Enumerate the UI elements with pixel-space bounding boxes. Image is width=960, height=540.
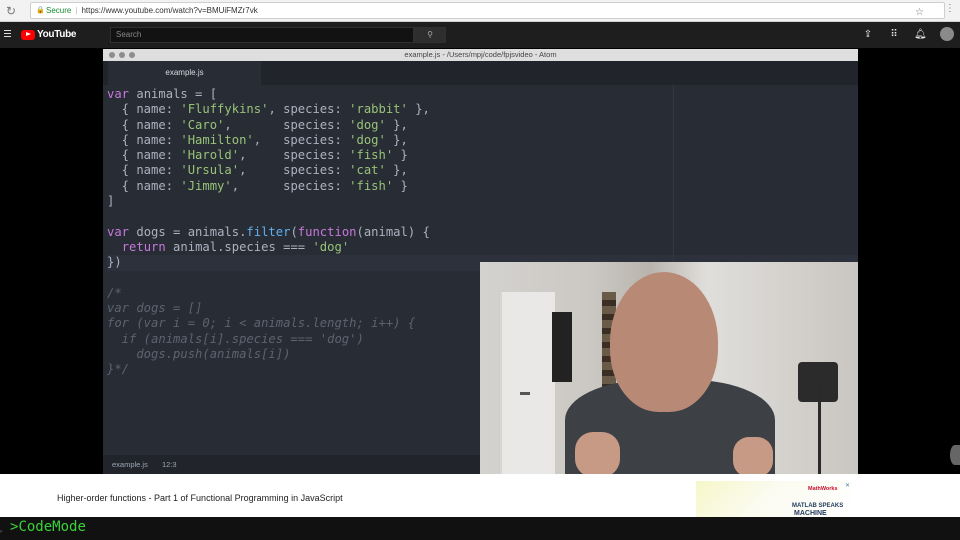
video-info: Higher-order functions - Part 1 of Funct…: [0, 474, 960, 517]
scroll-arrow-icon: ›: [0, 529, 2, 535]
presenter-left-hand: [575, 432, 620, 474]
ad-banner[interactable]: ✕ MathWorks MATLAB SPEAKS MACHINE: [696, 481, 852, 517]
header-icons: ⇪ ⠿ 🔔︎: [862, 27, 954, 41]
hamburger-menu-icon[interactable]: [4, 30, 11, 38]
youtube-header: YouTube Search ⚲ ⇪ ⠿ 🔔︎: [0, 22, 960, 48]
atom-tab-bar: example.js: [103, 61, 858, 85]
codemode-banner: › >CodeMode: [0, 517, 960, 540]
url-separator: |: [75, 6, 78, 15]
codemode-label: CodeMode: [18, 519, 86, 535]
video-title: Higher-order functions - Part 1 of Funct…: [57, 493, 343, 503]
window-controls: [109, 52, 135, 58]
reload-icon[interactable]: ↻: [4, 4, 18, 18]
youtube-logo-text: YouTube: [37, 29, 77, 40]
ad-subheadline: MACHINE: [794, 510, 827, 517]
url-text: https://www.youtube.com/watch?v=BMUiFMZr…: [81, 6, 258, 15]
background-frame: [552, 312, 572, 382]
search-button[interactable]: ⚲: [414, 27, 446, 43]
browser-toolbar: ↻ 🔒 Secure | https://www.youtube.com/wat…: [0, 0, 960, 22]
address-bar[interactable]: 🔒 Secure | https://www.youtube.com/watch…: [30, 2, 945, 19]
secure-label: Secure: [46, 6, 72, 15]
presenter-right-hand: [733, 437, 773, 474]
side-avatar-thumb[interactable]: [950, 445, 960, 465]
avatar[interactable]: [940, 27, 954, 41]
background-door: [500, 292, 555, 474]
search-input[interactable]: Search: [110, 27, 414, 43]
webcam-overlay: [480, 262, 858, 474]
atom-title-bar: example.js - /Users/mpj/code/fpjsvideo -…: [103, 49, 858, 61]
background-tripod: [818, 382, 840, 474]
presenter-head: [610, 272, 718, 412]
status-cursor-position: 12:3: [161, 460, 177, 469]
bookmark-star-icon[interactable]: ☆: [915, 7, 924, 18]
tab-example-js: example.js: [108, 61, 261, 85]
notifications-bell-icon[interactable]: 🔔︎: [914, 29, 927, 40]
ad-close-icon[interactable]: ✕: [845, 482, 850, 489]
codemode-logo-text: >CodeMode: [10, 519, 86, 535]
youtube-play-icon: [21, 29, 35, 40]
status-file-name: example.js: [112, 460, 148, 469]
youtube-logo[interactable]: YouTube: [21, 29, 77, 40]
lock-icon: 🔒: [36, 6, 45, 14]
browser-menu-icon[interactable]: ⋮: [945, 4, 955, 14]
atom-window-title: example.js - /Users/mpj/code/fpjsvideo -…: [404, 50, 557, 59]
door-handle: [520, 392, 530, 395]
upload-icon[interactable]: ⇪: [862, 29, 874, 40]
video-player[interactable]: example.js - /Users/mpj/code/fpjsvideo -…: [0, 48, 960, 474]
apps-grid-icon[interactable]: ⠿: [888, 29, 900, 40]
ad-brand: MathWorks: [808, 486, 838, 492]
ad-headline: MATLAB SPEAKS: [792, 503, 844, 509]
search-icon: ⚲: [427, 30, 433, 39]
